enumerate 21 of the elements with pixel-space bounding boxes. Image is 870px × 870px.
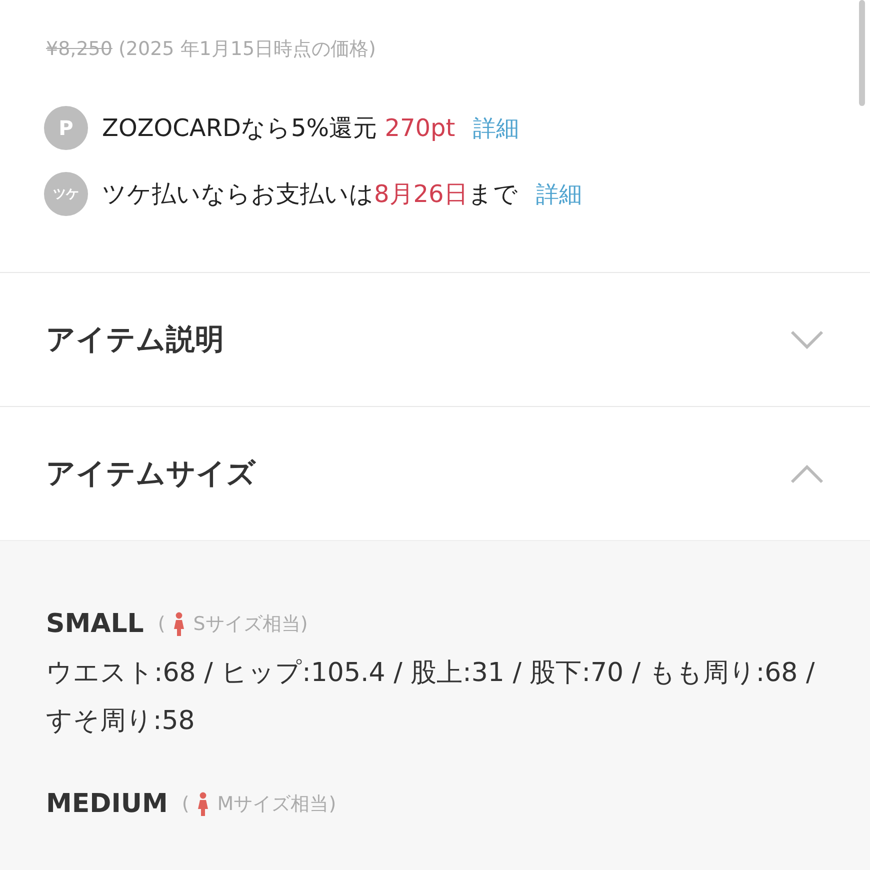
paren-text: (	[182, 793, 190, 815]
offer-text: ZOZOCARDなら5%還元 270pt	[102, 113, 456, 144]
woman-icon	[197, 792, 210, 816]
paren-text: (	[158, 613, 166, 635]
size-name: SMALL	[46, 609, 144, 639]
woman-icon	[173, 612, 186, 636]
size-measurements: ウエスト:68 / ヒップ:105.4 / 股上:31 / 股下:70 / もも周り:68 / すそ周り:58	[46, 657, 816, 738]
offer-text: ツケ払いならお支払いは8月26日 まで	[102, 179, 518, 210]
chevron-icon	[790, 330, 824, 350]
chevron-icon	[790, 464, 824, 484]
offer-badge-icon: ツケ	[44, 172, 88, 216]
size-equivalent: Sサイズ相当)	[193, 612, 308, 637]
section-title: アイテムサイズ	[46, 454, 256, 492]
section-title: アイテム説明	[46, 320, 224, 358]
offer-badge-icon: P	[44, 106, 88, 150]
size-name: MEDIUM	[46, 789, 168, 819]
scrollbar[interactable]	[859, 0, 865, 106]
original-price: ¥8,250	[46, 38, 112, 60]
accordion-header[interactable]: アイテム説明	[0, 272, 870, 406]
price-date-note: (2025 年1月15日時点の価格)	[118, 37, 376, 62]
size-equivalent: Mサイズ相当)	[217, 792, 336, 817]
